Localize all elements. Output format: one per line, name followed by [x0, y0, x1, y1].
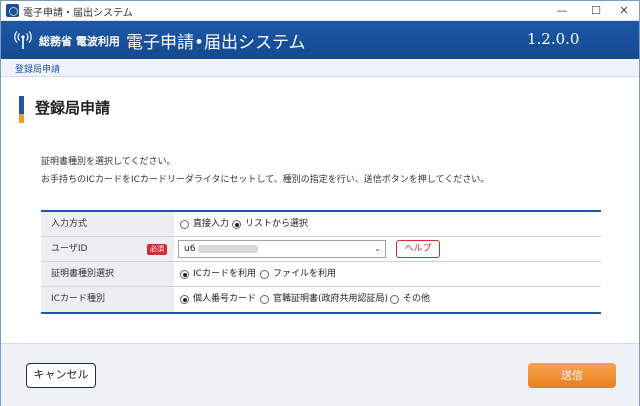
- required-badge: 必須: [147, 244, 167, 255]
- app-icon: [6, 4, 19, 17]
- redacted-text: [198, 245, 258, 253]
- cancel-button[interactable]: キャンセル: [26, 363, 96, 388]
- minimize-button[interactable]: —: [547, 1, 577, 21]
- ic-card-type-label: ICカード種別: [41, 287, 174, 312]
- input-method-label: 入力方式: [41, 212, 174, 236]
- radio-icon[interactable]: [390, 295, 399, 304]
- radio-other[interactable]: その他: [390, 287, 430, 312]
- submit-button[interactable]: 送信: [528, 363, 616, 388]
- antenna-icon: [14, 31, 32, 49]
- close-button[interactable]: ✕: [609, 1, 639, 21]
- window-title: 電子申請・届出システム: [23, 8, 133, 19]
- ic-card-type-row: ICカード種別 個人番号カード 官職証明書(政府共用認証局) その他: [41, 287, 601, 312]
- radio-selected-icon[interactable]: [180, 295, 189, 304]
- radio-use-ic-card[interactable]: ICカードを利用: [180, 262, 256, 287]
- user-id-value: u6: [184, 244, 196, 254]
- cert-type-label: 証明書種別選択: [41, 262, 174, 286]
- radio-icon[interactable]: [260, 295, 269, 304]
- radio-selected-icon[interactable]: [232, 220, 241, 229]
- system-name: 電子申請•届出システム: [126, 33, 306, 53]
- instruction-text: お手持ちのICカードをICカードリーダライタにセットして、種別の指定を行い、送信…: [41, 175, 490, 185]
- version-label: 1.2.0.0: [527, 30, 580, 48]
- application-form: 入力方式 直接入力 リストから選択 ユーザID 必須 u6 ⌄ ヘルプ 証明書種…: [41, 210, 601, 314]
- app-header: 総務省 電波利用 電子申請•届出システム 1.2.0.0: [1, 21, 639, 59]
- radio-use-file[interactable]: ファイルを利用: [260, 262, 336, 287]
- ministry-label: 総務省 電波利用: [39, 35, 120, 48]
- breadcrumb-bar: 登録局申請: [1, 59, 639, 77]
- maximize-button[interactable]: ☐: [581, 1, 611, 21]
- cert-type-row: 証明書種別選択 ICカードを利用 ファイルを利用: [41, 262, 601, 287]
- radio-icon[interactable]: [260, 270, 269, 279]
- radio-my-number-card[interactable]: 個人番号カード: [180, 287, 256, 312]
- instruction-text: 証明書種別を選択してください。: [41, 157, 176, 167]
- help-button[interactable]: ヘルプ: [396, 240, 440, 258]
- breadcrumb[interactable]: 登録局申請: [15, 62, 60, 75]
- user-id-row: ユーザID 必須 u6 ⌄ ヘルプ: [41, 237, 601, 262]
- title-marker: [19, 96, 24, 123]
- app-window: 電子申請・届出システム — ☐ ✕ 総務省 電波利用 電子申請•届出システム 1…: [0, 0, 640, 406]
- title-bar[interactable]: 電子申請・届出システム — ☐ ✕: [1, 1, 639, 21]
- radio-direct-input[interactable]: 直接入力: [180, 212, 229, 237]
- page-title: 登録局申請: [35, 99, 111, 117]
- user-id-label: ユーザID: [51, 244, 88, 254]
- footer-bar: キャンセル 送信: [1, 343, 639, 406]
- user-id-select[interactable]: u6 ⌄: [178, 240, 386, 258]
- radio-selected-icon[interactable]: [180, 270, 189, 279]
- radio-select-from-list[interactable]: リストから選択: [232, 212, 308, 237]
- radio-official-cert[interactable]: 官職証明書(政府共用認証局): [260, 287, 388, 312]
- radio-icon[interactable]: [180, 220, 189, 229]
- input-method-row: 入力方式 直接入力 リストから選択: [41, 212, 601, 237]
- chevron-down-icon[interactable]: ⌄: [374, 241, 381, 257]
